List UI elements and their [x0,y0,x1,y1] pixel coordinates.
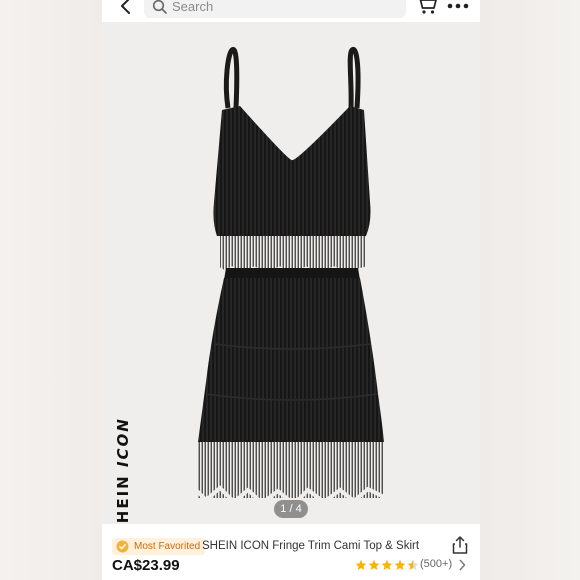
product-info-bar: Most Favorited SHEIN ICON Fringe Trim Ca… [102,524,480,580]
search-icon [152,0,167,14]
share-icon[interactable] [452,536,468,554]
more-options-icon[interactable] [446,0,470,13]
back-arrow-icon[interactable] [116,0,136,18]
search-placeholder: Search [172,0,214,14]
svg-text:SHEIN ICON: SHEIN ICON [114,418,132,536]
product-photo-illustration [194,46,387,507]
star-rating-icon[interactable] [355,558,425,572]
chevron-right-icon[interactable] [458,559,466,571]
medal-icon [116,540,129,553]
shein-icon-brand-logo: SHEIN ICON [114,418,132,536]
product-image[interactable]: SHEIN ICON 1 / 4 [102,22,480,536]
most-favorited-badge: Most Favorited [112,538,206,555]
product-price: CA$23.99 [112,557,180,574]
image-page-indicator: 1 / 4 [274,500,308,518]
product-title: SHEIN ICON Fringe Trim Cami Top & Skirt [202,540,420,552]
review-count[interactable]: (500+) [420,558,452,570]
background-right [480,0,580,580]
search-input[interactable]: Search [144,0,406,18]
background-left [0,0,102,580]
shopping-cart-icon[interactable] [416,0,438,16]
badge-label: Most Favorited [134,541,201,552]
top-navigation-bar: Search [102,0,480,22]
phone-screen: Search SHEIN ICON 1 / 4 Most Favorited S… [102,0,480,580]
